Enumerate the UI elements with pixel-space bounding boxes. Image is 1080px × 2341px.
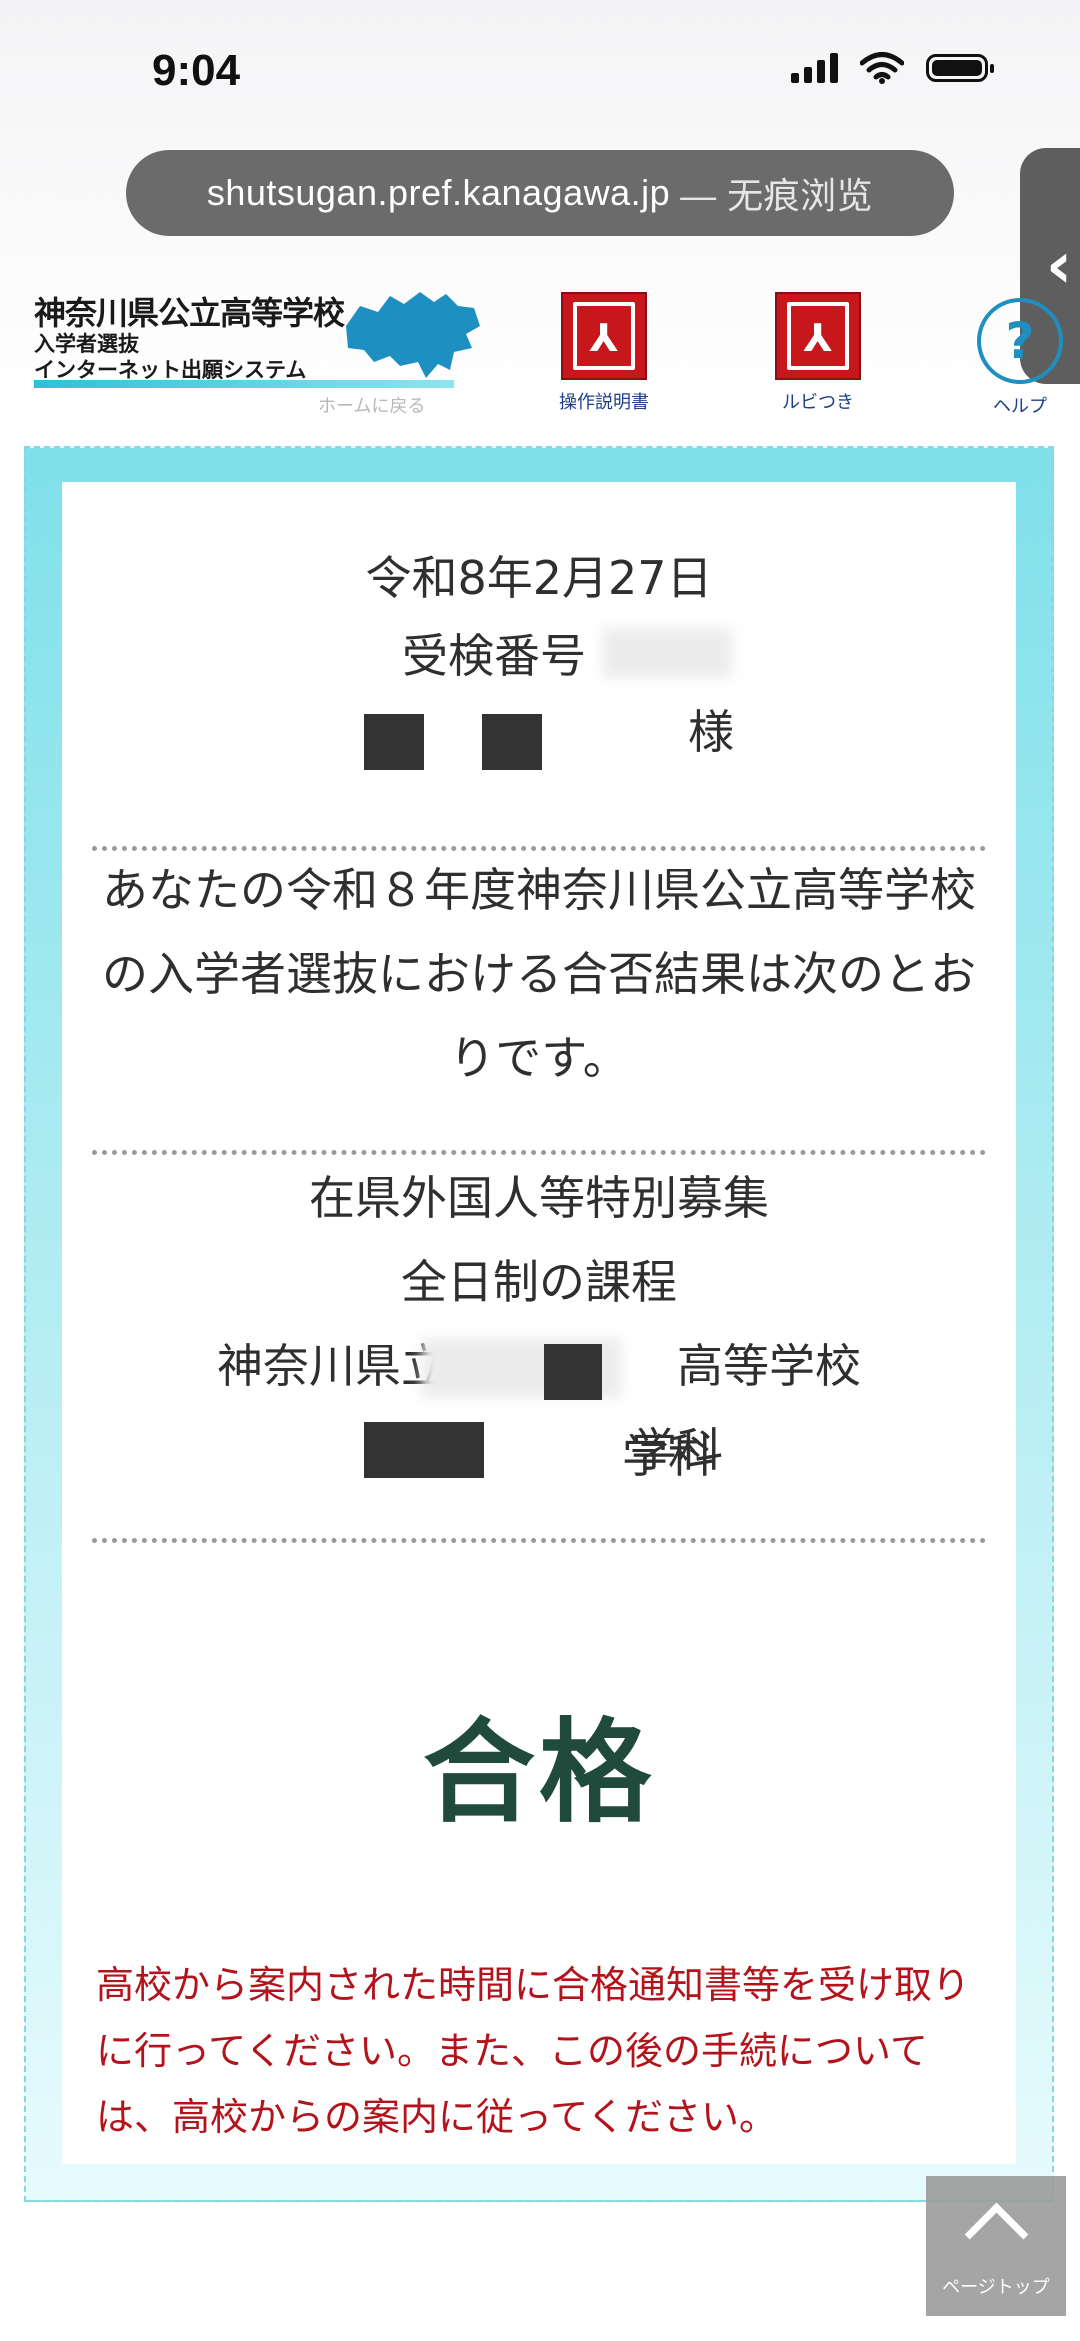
pdf-icon: ⅄ <box>561 292 647 380</box>
status-icons <box>791 52 994 84</box>
wifi-icon <box>860 52 904 84</box>
help-icon: ? <box>977 298 1063 384</box>
pass-result: 合格 <box>423 1708 655 1838</box>
program-type: 在県外国人等特別募集 <box>309 1171 769 1225</box>
result-intro: あなたの令和８年度神奈川県公立高等学校の入学者選抜における合否結果は次のとおりで… <box>102 863 976 1085</box>
address-bar[interactable]: shutsugan.pref.kanagawa.jp — 无痕浏览 <box>126 150 954 236</box>
help-button[interactable]: ? ヘルプ <box>960 292 1080 418</box>
ruby-pdf-button[interactable]: ⅄ ルビつき <box>758 292 878 414</box>
dotted-divider <box>92 1150 986 1155</box>
manual-pdf-button[interactable]: ⅄ 操作説明書 <box>544 292 664 414</box>
status-bar: 9:04 <box>0 0 1080 140</box>
address-domain: shutsugan.pref.kanagawa.jp <box>206 172 671 213</box>
announcement-date: 令和8年2月27日 <box>365 551 713 605</box>
page-top-button[interactable]: ページトップ <box>926 2176 1066 2316</box>
pickup-notice: 高校から案内された時間に合格通知書等を受け取りに行ってください。また、この後の手… <box>96 1963 971 2139</box>
school-name-redaction <box>544 1344 602 1400</box>
status-time: 9:04 <box>152 46 241 95</box>
chevron-up-icon <box>964 2202 1028 2266</box>
help-label: ヘルプ <box>993 396 1047 417</box>
battery-icon <box>926 54 994 82</box>
honorific: 様 <box>688 705 734 759</box>
department-name: 学科 <box>355 1423 723 1477</box>
exam-number-label: 受検番号 <box>402 629 586 683</box>
ruby-label: ルビつき <box>782 392 854 413</box>
department-suffix: 学科 <box>622 1429 714 1483</box>
department-redaction <box>364 1422 484 1478</box>
result-card: 令和8年2月27日 受検番号 様 あなたの令和８年度神奈川県公立高等学校の入学者… <box>62 482 1016 2164</box>
cellular-signal-icon <box>791 53 838 83</box>
name-redaction <box>364 714 424 770</box>
course-type: 全日制の課程 <box>401 1255 677 1309</box>
private-mode-label: — 无痕浏览 <box>680 175 874 216</box>
kanagawa-map-icon <box>346 292 480 378</box>
dotted-divider <box>92 1538 986 1543</box>
result-card-frame: 令和8年2月27日 受検番号 様 あなたの令和８年度神奈川県公立高等学校の入学者… <box>24 446 1054 2202</box>
exam-number-redacted <box>602 628 732 678</box>
pdf-icon: ⅄ <box>775 292 861 380</box>
page-top-label: ページトップ <box>942 2276 1050 2298</box>
name-redaction <box>482 714 542 770</box>
site-logo[interactable]: 神奈川県公立高等学校 入学者選抜 インターネット出願システム <box>34 280 480 390</box>
logo-stripe <box>34 380 454 388</box>
manual-label: 操作説明書 <box>559 392 649 413</box>
home-link[interactable]: ホームに戻る <box>318 392 425 418</box>
